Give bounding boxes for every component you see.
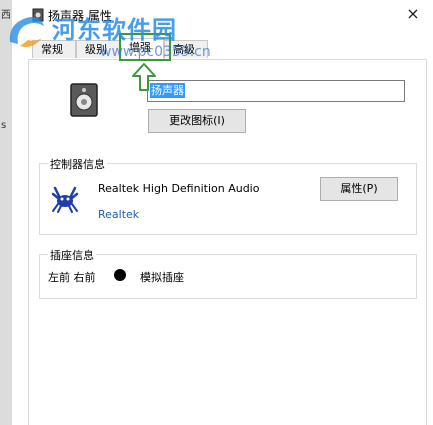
change-icon-button[interactable]: 更改图标(I) xyxy=(148,109,246,133)
controller-name: Realtek High Definition Audio xyxy=(98,182,260,195)
background-text-fragment: s xyxy=(1,120,7,131)
speaker-properties-dialog: 扬声器 属性 × 常规 级别 增强 高级 扬声器 更改图标(I) 控制器信息 R… xyxy=(12,0,433,425)
device-name-input[interactable]: 扬声器 xyxy=(147,80,405,102)
jack-color-dot xyxy=(114,269,126,281)
arrow-up-icon xyxy=(132,63,156,91)
watermark-logo-icon xyxy=(9,17,45,47)
jack-info-group: 插座信息 左前 右前 模拟插座 xyxy=(39,247,417,299)
general-tab-panel: 扬声器 更改图标(I) 控制器信息 Realtek High Definitio… xyxy=(28,59,427,425)
properties-button[interactable]: 属性(P) xyxy=(320,177,398,201)
realtek-crab-icon xyxy=(51,186,79,213)
jack-info-label: 插座信息 xyxy=(48,247,96,263)
controller-info-label: 控制器信息 xyxy=(48,156,107,172)
close-button[interactable]: × xyxy=(405,6,421,22)
jack-location: 左前 右前 xyxy=(48,271,96,284)
controller-vendor-link[interactable]: Realtek xyxy=(98,208,139,221)
watermark-url: www.pc0359.cn xyxy=(100,44,211,60)
speaker-device-icon xyxy=(70,83,98,117)
watermark-site-name: 河东软件园 xyxy=(52,16,177,44)
jack-type: 模拟插座 xyxy=(140,271,184,284)
controller-info-group: 控制器信息 Realtek High Definition Audio Real… xyxy=(39,156,417,235)
